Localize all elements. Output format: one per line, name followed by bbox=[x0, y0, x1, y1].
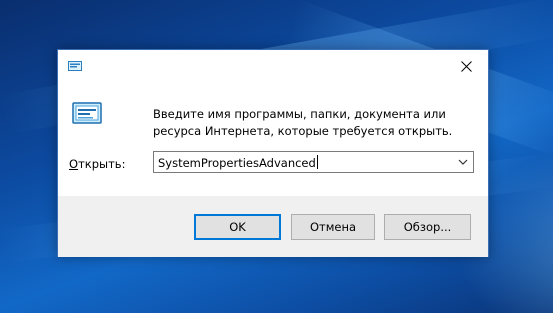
ok-button[interactable]: OK bbox=[194, 214, 281, 240]
command-input[interactable]: SystemPropertiesAdvanced bbox=[158, 155, 318, 170]
close-icon bbox=[460, 60, 472, 72]
cancel-button[interactable]: Отмена bbox=[291, 214, 375, 240]
open-label-text: ткрыть: bbox=[78, 157, 126, 171]
open-combobox[interactable]: SystemPropertiesAdvanced bbox=[153, 151, 474, 173]
text-caret bbox=[316, 155, 318, 169]
run-icon bbox=[72, 102, 102, 124]
run-icon bbox=[68, 61, 82, 71]
run-dialog: Введите имя программы, папки, документа … bbox=[57, 49, 489, 257]
chevron-down-icon[interactable] bbox=[457, 156, 469, 168]
command-input-value: SystemPropertiesAdvanced bbox=[158, 156, 316, 170]
browse-button[interactable]: Обзор... bbox=[384, 214, 471, 240]
title-bar[interactable] bbox=[58, 50, 488, 82]
close-button[interactable] bbox=[444, 50, 488, 82]
open-label-accelerator: О bbox=[69, 157, 79, 171]
open-label: Открыть: bbox=[69, 157, 125, 171]
instructions-text: Введите имя программы, папки, документа … bbox=[153, 107, 453, 138]
